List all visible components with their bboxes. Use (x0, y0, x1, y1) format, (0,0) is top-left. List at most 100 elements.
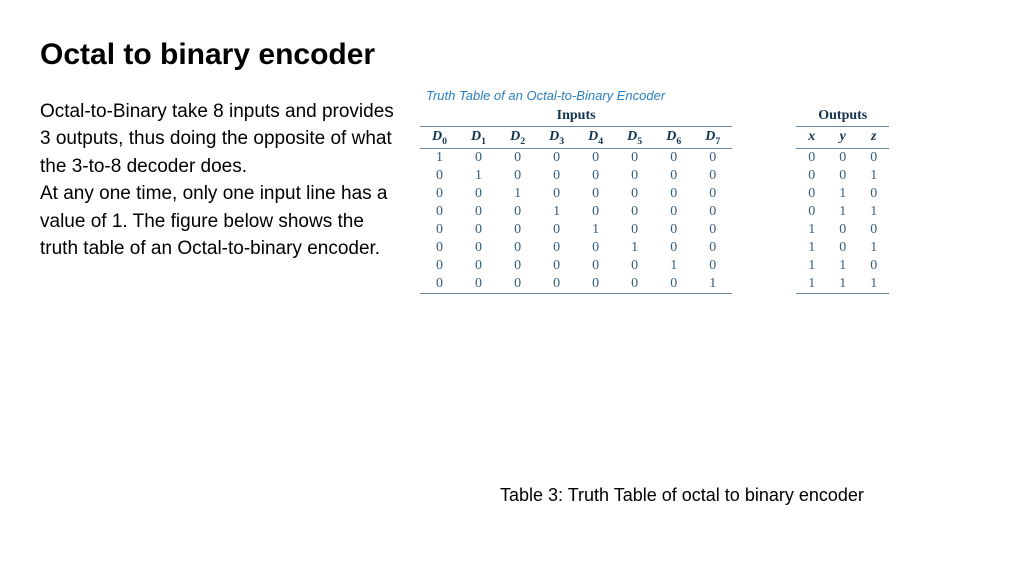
figure-caption: Table 3: Truth Table of octal to binary … (500, 485, 864, 506)
input-cell: 0 (576, 239, 615, 257)
input-header: D5 (615, 126, 654, 149)
input-cell: 0 (498, 167, 537, 185)
page-title: Octal to binary encoder (40, 36, 390, 74)
input-cell: 0 (537, 275, 576, 294)
truth-table: Inputs Outputs D0D1D2D3D4D5D6D7xyz 10000… (420, 107, 889, 295)
input-cell: 0 (420, 239, 459, 257)
output-cell: 0 (827, 239, 858, 257)
input-cell: 0 (693, 167, 732, 185)
output-cell: 0 (827, 167, 858, 185)
input-cell: 0 (420, 257, 459, 275)
output-cell: 1 (858, 203, 889, 221)
input-cell: 0 (693, 257, 732, 275)
table-row: 10000000000 (420, 149, 889, 168)
input-header: D3 (537, 126, 576, 149)
output-cell: 1 (827, 203, 858, 221)
input-cell: 0 (537, 149, 576, 168)
slide: Octal to binary encoder Octal-to-Binary … (0, 0, 1024, 576)
input-cell: 0 (693, 239, 732, 257)
input-cell: 1 (537, 203, 576, 221)
input-cell: 0 (654, 239, 693, 257)
body-text: Octal-to-Binary take 8 inputs and provid… (40, 98, 400, 263)
input-cell: 0 (576, 257, 615, 275)
input-cell: 0 (654, 203, 693, 221)
input-cell: 0 (420, 203, 459, 221)
inputs-group-header: Inputs (420, 107, 732, 127)
input-cell: 0 (498, 239, 537, 257)
output-cell: 1 (827, 185, 858, 203)
truth-table-head: Inputs Outputs D0D1D2D3D4D5D6D7xyz (420, 107, 889, 149)
input-cell: 0 (693, 149, 732, 168)
output-cell: 0 (796, 185, 827, 203)
input-cell: 0 (615, 221, 654, 239)
table-row: 00100000010 (420, 185, 889, 203)
input-cell: 1 (615, 239, 654, 257)
row-spacer (732, 167, 796, 185)
row-spacer (732, 221, 796, 239)
output-cell: 0 (858, 149, 889, 168)
row-spacer (732, 239, 796, 257)
output-cell: 0 (858, 257, 889, 275)
input-cell: 0 (654, 149, 693, 168)
input-cell: 0 (459, 275, 498, 294)
row-spacer (732, 185, 796, 203)
table-row: 00001000100 (420, 221, 889, 239)
input-cell: 0 (498, 221, 537, 239)
input-cell: 0 (615, 203, 654, 221)
input-cell: 0 (654, 185, 693, 203)
input-cell: 0 (459, 185, 498, 203)
output-cell: 0 (858, 221, 889, 239)
input-header: D0 (420, 126, 459, 149)
output-header: x (796, 126, 827, 149)
truth-table-wrap: Truth Table of an Octal-to-Binary Encode… (420, 88, 984, 295)
input-cell: 0 (693, 221, 732, 239)
output-cell: 1 (858, 239, 889, 257)
input-cell: 0 (615, 257, 654, 275)
output-cell: 1 (796, 221, 827, 239)
input-header: D1 (459, 126, 498, 149)
input-cell: 1 (498, 185, 537, 203)
input-cell: 0 (459, 203, 498, 221)
input-cell: 0 (654, 167, 693, 185)
input-cell: 1 (654, 257, 693, 275)
truth-table-body: 1000000000001000000001001000000100001000… (420, 149, 889, 294)
input-cell: 0 (576, 185, 615, 203)
header-spacer (732, 107, 796, 127)
input-cell: 0 (498, 203, 537, 221)
input-cell: 0 (498, 275, 537, 294)
header-spacer (732, 126, 796, 149)
input-cell: 0 (459, 149, 498, 168)
output-cell: 0 (796, 167, 827, 185)
input-cell: 0 (498, 257, 537, 275)
table-row: 00000100101 (420, 239, 889, 257)
input-cell: 1 (693, 275, 732, 294)
input-header: D6 (654, 126, 693, 149)
input-cell: 0 (576, 275, 615, 294)
input-cell: 0 (615, 149, 654, 168)
output-cell: 1 (858, 275, 889, 294)
input-cell: 0 (537, 221, 576, 239)
paragraph-1: Octal-to-Binary take 8 inputs and provid… (40, 98, 400, 181)
input-cell: 0 (576, 203, 615, 221)
input-cell: 0 (420, 221, 459, 239)
input-cell: 0 (537, 185, 576, 203)
output-cell: 1 (827, 275, 858, 294)
table-row: 01000000001 (420, 167, 889, 185)
input-cell: 0 (459, 221, 498, 239)
truth-table-caption: Truth Table of an Octal-to-Binary Encode… (426, 88, 984, 103)
column-header-row: D0D1D2D3D4D5D6D7xyz (420, 126, 889, 149)
paragraph-2: At any one time, only one input line has… (40, 180, 400, 263)
input-cell: 0 (498, 149, 537, 168)
outputs-group-header: Outputs (796, 107, 889, 127)
input-cell: 0 (693, 185, 732, 203)
input-cell: 0 (459, 239, 498, 257)
input-cell: 0 (654, 221, 693, 239)
row-spacer (732, 203, 796, 221)
input-cell: 0 (615, 275, 654, 294)
row-spacer (732, 257, 796, 275)
input-cell: 0 (537, 167, 576, 185)
input-cell: 0 (615, 167, 654, 185)
input-cell: 0 (537, 257, 576, 275)
output-cell: 0 (827, 149, 858, 168)
content-row: Octal-to-Binary take 8 inputs and provid… (40, 98, 984, 295)
